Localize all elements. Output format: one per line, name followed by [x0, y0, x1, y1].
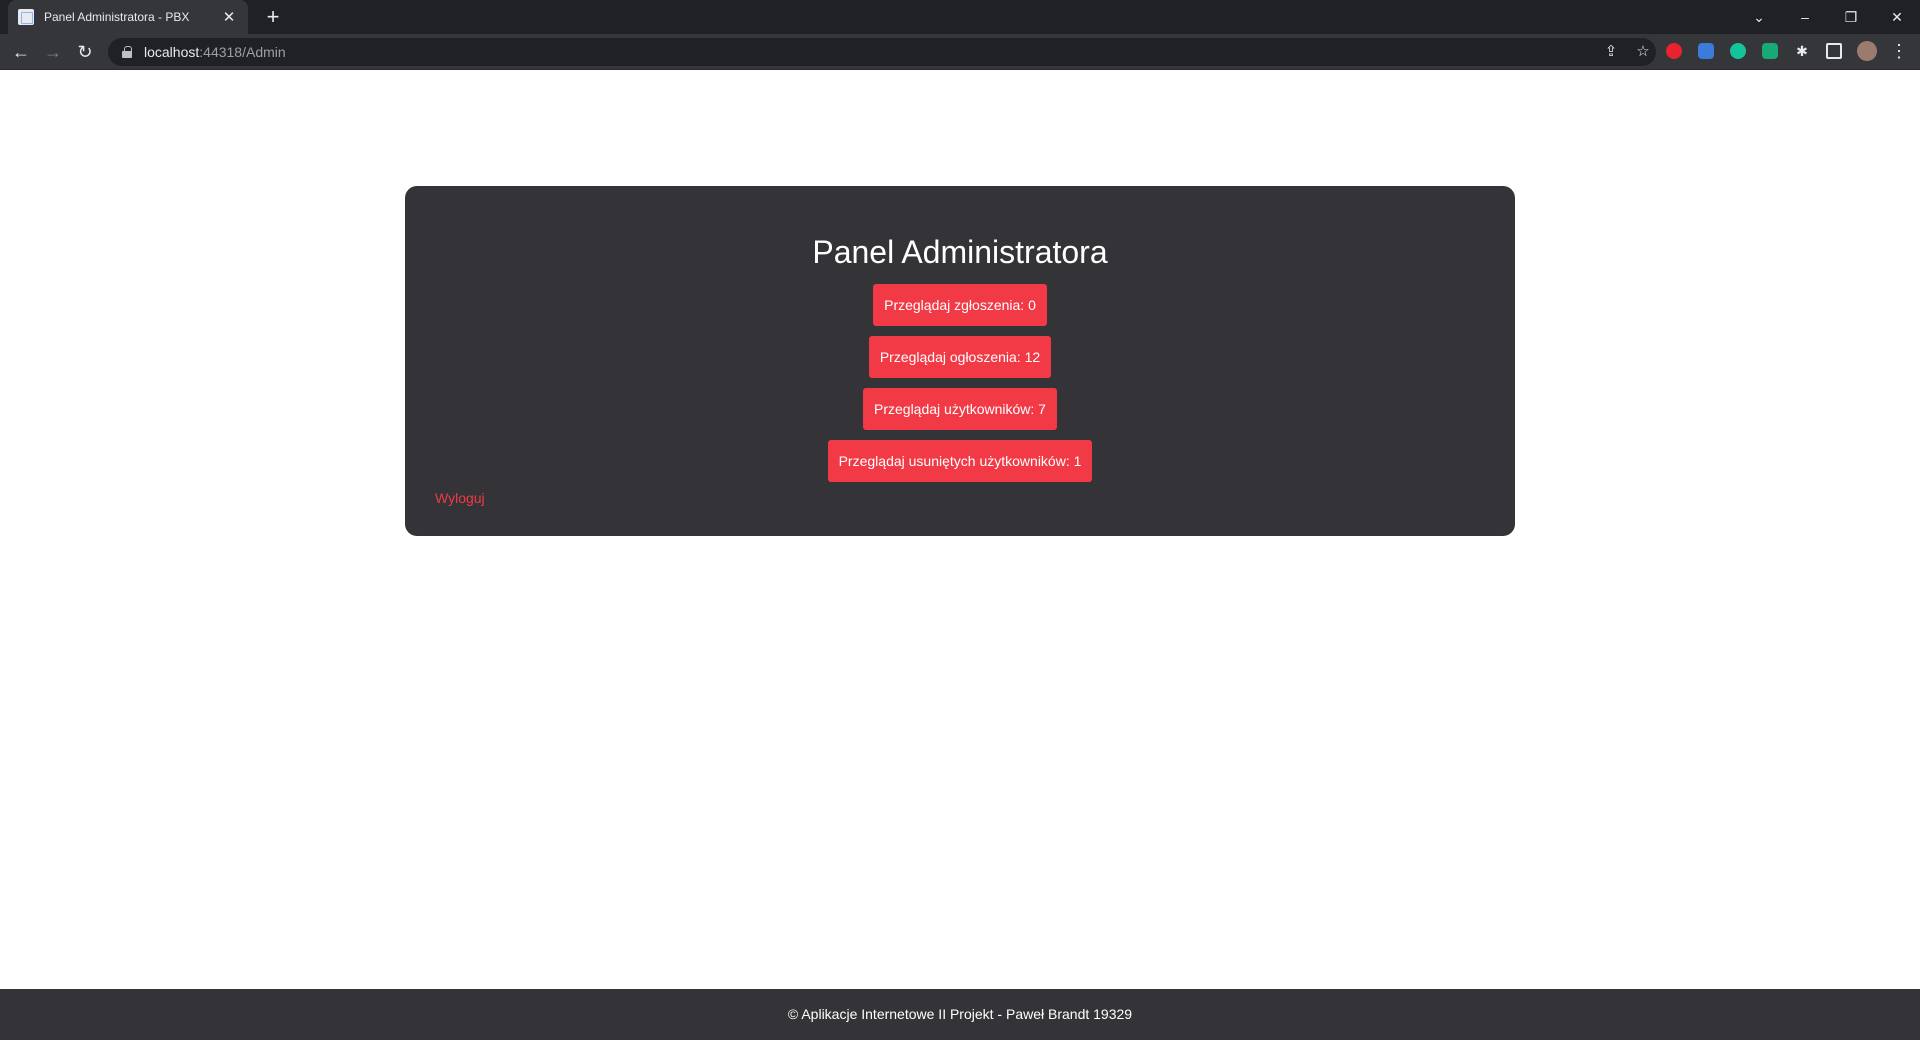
forward-button[interactable]: →: [39, 38, 67, 66]
green-extension-icon[interactable]: [1762, 43, 1778, 59]
puzzle-extensions-icon[interactable]: ✱: [1794, 43, 1810, 59]
adblock-extension-icon[interactable]: [1666, 43, 1682, 59]
view-deleted-users-button[interactable]: Przeglądaj usuniętych użytkowników: 1: [827, 440, 1093, 482]
admin-panel: Panel Administratora Przeglądaj zgłoszen…: [405, 186, 1515, 536]
page-content: Panel Administratora Przeglądaj zgłoszen…: [0, 70, 1920, 1040]
page-favicon-icon: [18, 9, 34, 25]
logout-link[interactable]: Wyloguj: [435, 490, 485, 506]
close-window-button[interactable]: ✕: [1874, 0, 1920, 34]
url-path: :44318/Admin: [199, 44, 286, 60]
browser-tab[interactable]: Panel Administratora - PBX ✕: [8, 0, 248, 34]
tab-search-chevron-icon[interactable]: ⌄: [1736, 0, 1782, 34]
admin-actions: Przeglądaj zgłoszenia: 0 Przeglądaj ogło…: [405, 284, 1515, 492]
url-host: localhost: [144, 44, 200, 60]
lock-icon[interactable]: [122, 46, 132, 58]
restore-button[interactable]: ❐: [1828, 0, 1874, 34]
cloud-extension-icon[interactable]: [1698, 43, 1714, 59]
reload-button[interactable]: ↻: [71, 38, 99, 66]
tab-title: Panel Administratora - PBX: [44, 10, 190, 24]
view-listings-button[interactable]: Przeglądaj ogłoszenia: 12: [868, 336, 1052, 378]
address-bar[interactable]: localhost:44318/Admin ⇪ ☆: [108, 38, 1656, 66]
share-icon[interactable]: ⇪: [1602, 43, 1620, 61]
view-users-button[interactable]: Przeglądaj użytkowników: 7: [863, 388, 1057, 430]
page-title: Panel Administratora: [812, 234, 1108, 270]
new-tab-button[interactable]: +: [260, 4, 286, 30]
tab-close-icon[interactable]: ✕: [220, 8, 238, 26]
minimize-button[interactable]: –: [1782, 0, 1828, 34]
bookmark-star-icon[interactable]: ☆: [1634, 43, 1652, 61]
back-button[interactable]: ←: [7, 38, 35, 66]
footer-text: © Aplikacje Internetowe II Projekt - Paw…: [787, 1006, 1133, 1022]
page-footer: © Aplikacje Internetowe II Projekt - Paw…: [0, 989, 1920, 1040]
browser-tab-strip: Panel Administratora - PBX ✕ + ⌄ – ❐ ✕: [0, 0, 1920, 34]
view-reports-button[interactable]: Przeglądaj zgłoszenia: 0: [873, 284, 1047, 326]
grammarly-extension-icon[interactable]: [1730, 43, 1746, 59]
profile-avatar[interactable]: [1857, 41, 1877, 61]
sidepanel-icon[interactable]: [1826, 43, 1842, 59]
browser-toolbar: ← → ↻ localhost:44318/Admin ⇪ ☆: [0, 34, 1920, 70]
browser-menu-icon[interactable]: ⋮: [1890, 40, 1908, 62]
